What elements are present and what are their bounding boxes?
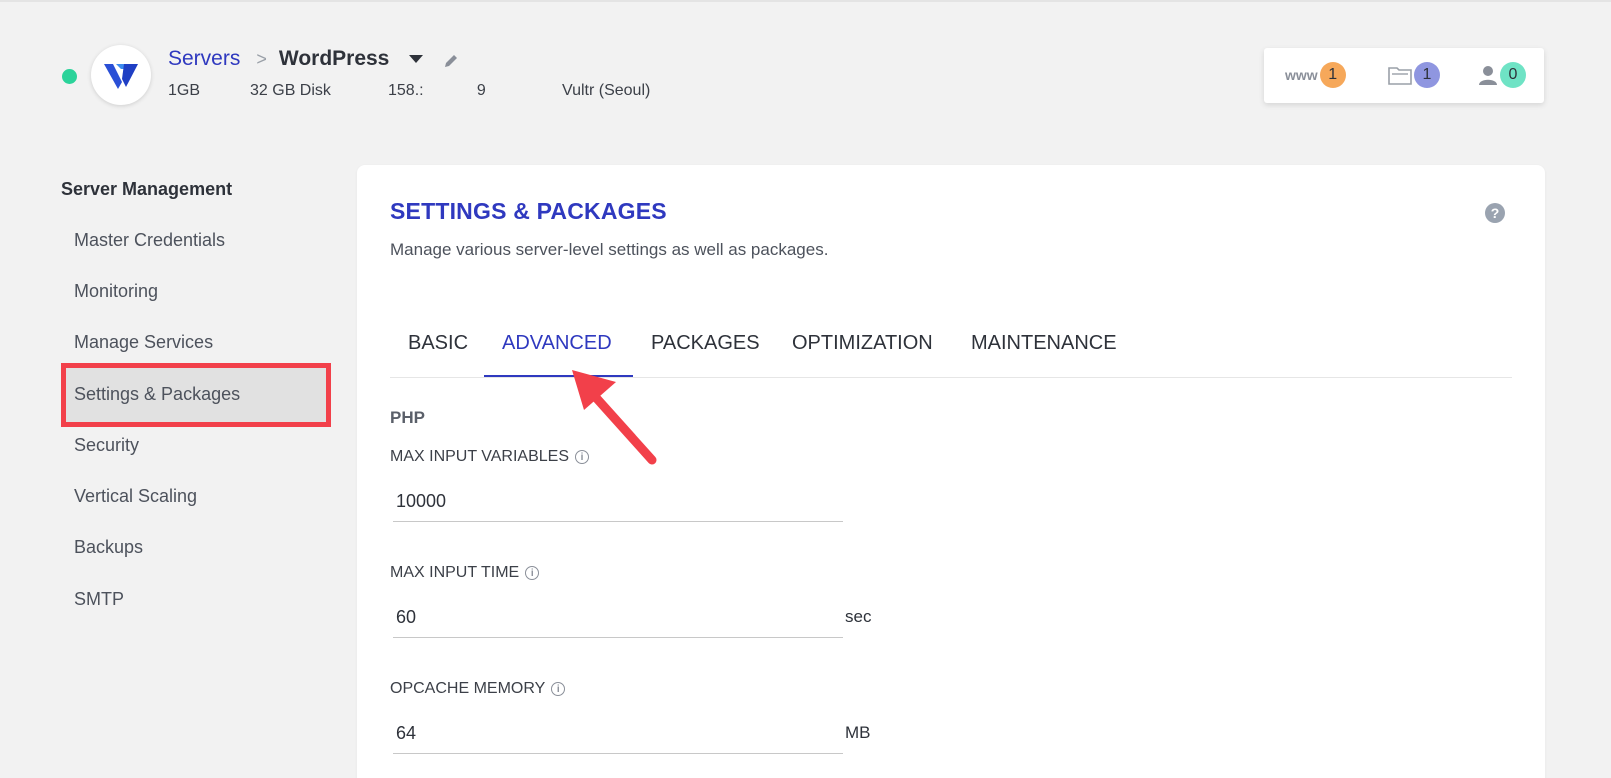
server-provider: Vultr (Seoul) (562, 82, 651, 99)
sidebar-item-manage-services[interactable]: Manage Services (74, 332, 213, 353)
max-input-time-input[interactable] (393, 598, 843, 638)
sidebar-item-monitoring[interactable]: Monitoring (74, 281, 158, 302)
breadcrumb: Servers > WordPress (168, 47, 459, 71)
server-name: WordPress (278, 47, 390, 70)
sidebar-item-backups[interactable]: Backups (74, 537, 143, 558)
server-ip: 158.: 9 (388, 82, 486, 99)
breadcrumb-separator: > (256, 48, 267, 69)
tabs-divider (390, 377, 1512, 378)
vultr-logo (91, 45, 151, 105)
stat-users[interactable]: 0 (1478, 62, 1526, 88)
stat-websites[interactable]: www 1 (1285, 62, 1346, 88)
sidebar-item-vertical-scaling[interactable]: Vertical Scaling (74, 486, 197, 507)
pencil-icon[interactable] (443, 53, 459, 69)
opcache-memory-unit: MB (845, 723, 871, 742)
sidebar-item-security[interactable]: Security (74, 435, 139, 456)
tab-advanced[interactable]: ADVANCED (502, 332, 612, 355)
section-heading-php: PHP (390, 408, 425, 427)
max-input-time-unit: sec (845, 607, 872, 626)
tab-basic[interactable]: BASIC (408, 332, 468, 355)
top-divider (0, 0, 1611, 2)
tab-packages[interactable]: PACKAGES (651, 332, 760, 355)
max-input-time-label: MAX INPUT TIME i (390, 564, 540, 582)
annotation-arrow-icon (572, 370, 657, 465)
max-input-variables-label-text: MAX INPUT VARIABLES (390, 448, 570, 465)
server-stats: www 1 1 0 (1264, 48, 1544, 103)
page-subtitle: Manage various server-level settings as … (390, 240, 829, 259)
opcache-memory-input[interactable] (393, 714, 843, 754)
tab-optimization[interactable]: OPTIMIZATION (792, 332, 933, 355)
user-icon (1478, 64, 1498, 86)
info-icon[interactable]: i (525, 566, 540, 580)
sidebar-item-master-credentials[interactable]: Master Credentials (74, 230, 225, 251)
opcache-memory-label: OPCACHE MEMORY i (390, 680, 566, 698)
max-input-time-label-text: MAX INPUT TIME (390, 564, 520, 581)
sidebar-item-smtp[interactable]: SMTP (74, 589, 124, 610)
server-size: 1GB (168, 82, 201, 99)
opcache-memory-label-text: OPCACHE MEMORY (390, 680, 546, 697)
stat-apps[interactable]: 1 (1388, 62, 1440, 88)
users-count-badge: 0 (1500, 62, 1526, 88)
sidebar-item-settings-packages[interactable]: Settings & Packages (74, 384, 240, 405)
page-title: SETTINGS & PACKAGES (390, 198, 667, 224)
tab-maintenance[interactable]: MAINTENANCE (971, 332, 1117, 355)
info-icon[interactable]: i (551, 682, 566, 696)
server-disk: 32 GB Disk (250, 82, 331, 99)
folder-icon (1388, 65, 1412, 85)
websites-count-badge: 1 (1319, 62, 1346, 88)
max-input-variables-input[interactable] (393, 482, 843, 522)
breadcrumb-servers-link[interactable]: Servers (168, 47, 240, 71)
help-icon[interactable]: ? (1485, 203, 1505, 223)
www-icon: www (1285, 67, 1318, 83)
sidebar-title: Server Management (61, 179, 233, 199)
chevron-down-icon[interactable] (409, 55, 424, 63)
apps-count-badge: 1 (1414, 62, 1440, 88)
server-status-dot (62, 69, 77, 84)
